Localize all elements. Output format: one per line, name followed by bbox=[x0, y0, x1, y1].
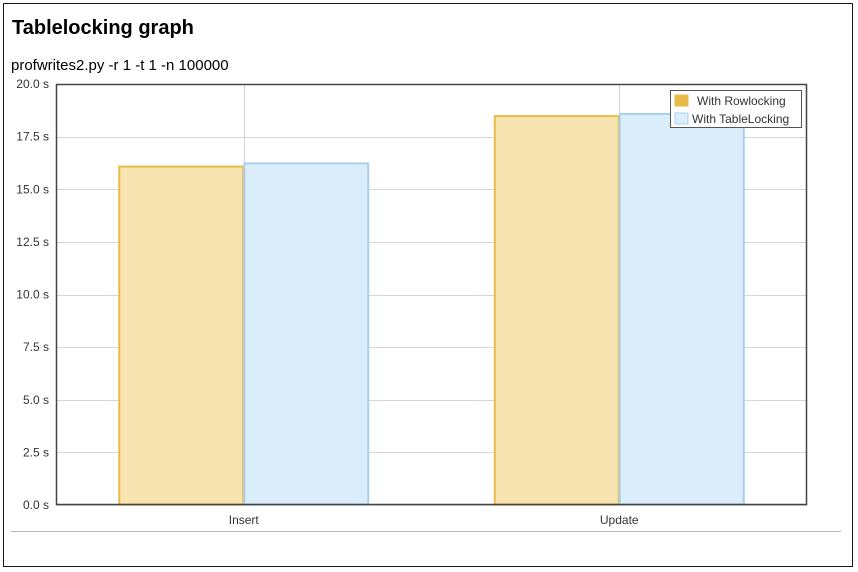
y-tick-label: 7.5 s bbox=[23, 340, 49, 354]
bar-update-1 bbox=[493, 115, 620, 506]
bar-insert-1 bbox=[118, 165, 245, 506]
bar-update-2 bbox=[618, 112, 745, 506]
x-tick-label: Update bbox=[600, 513, 639, 527]
y-tick-label: 0.0 s bbox=[23, 498, 49, 512]
legend-label: With TableLocking bbox=[692, 112, 789, 126]
legend-swatch bbox=[674, 112, 689, 125]
y-tick-label: 17.5 s bbox=[16, 130, 49, 144]
y-tick-label: 2.5 s bbox=[23, 445, 49, 459]
y-tick-label: 5.0 s bbox=[23, 393, 49, 407]
y-tick-label: 20.0 s bbox=[16, 77, 49, 91]
bar-insert-2 bbox=[243, 162, 370, 506]
legend-label: With Rowlocking bbox=[697, 94, 786, 108]
y-tick-label: 15.0 s bbox=[16, 182, 49, 196]
x-tick-label: Insert bbox=[229, 513, 260, 527]
y-tick-label: 12.5 s bbox=[16, 235, 49, 249]
y-tick-label: 10.0 s bbox=[16, 288, 49, 302]
bottom-divider bbox=[11, 531, 841, 532]
legend-swatch bbox=[674, 94, 689, 107]
bar-chart: 0.0 s 2.5 s 5.0 s 7.5 s 10.0 s 12.5 s 15.0 s 17… bbox=[16, 77, 808, 527]
